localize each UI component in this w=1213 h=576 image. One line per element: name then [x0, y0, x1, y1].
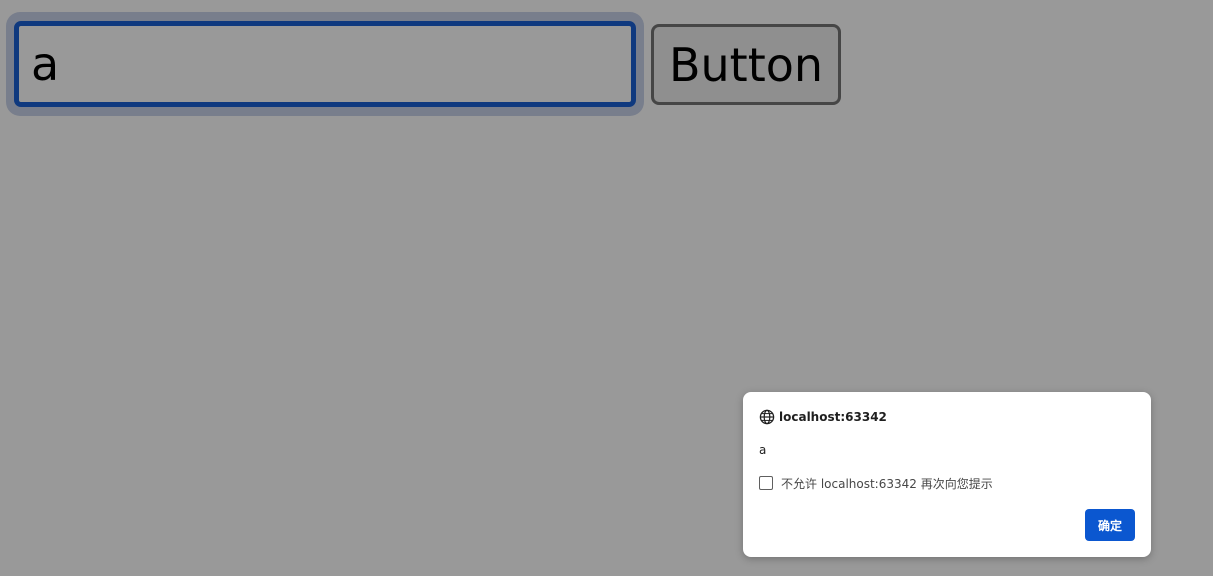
suppress-checkbox[interactable]: [759, 476, 773, 490]
dialog-message: a: [759, 443, 767, 457]
dialog-origin: localhost:63342: [779, 410, 887, 424]
suppress-label[interactable]: 不允许 localhost:63342 再次向您提示: [781, 475, 993, 492]
alert-dialog: localhost:63342 a 不允许 localhost:63342 再次…: [743, 392, 1151, 557]
suppress-prompts-option[interactable]: 不允许 localhost:63342 再次向您提示: [759, 474, 993, 492]
globe-icon: [759, 409, 775, 425]
ok-button[interactable]: 确定: [1085, 509, 1135, 541]
dialog-header: localhost:63342: [759, 408, 887, 426]
